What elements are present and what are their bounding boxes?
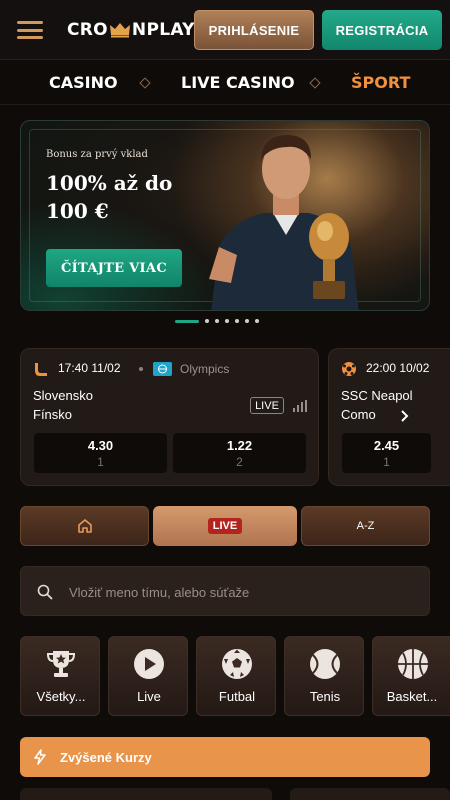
odd-button[interactable]: 1.22 2	[173, 433, 306, 473]
odd-button[interactable]: 4.30 1	[34, 433, 167, 473]
live-pill: LIVE	[207, 518, 243, 534]
logo[interactable]: CRO NPLAY	[67, 19, 195, 41]
odd-label: 1	[97, 454, 104, 469]
next-card-peek	[20, 788, 272, 800]
nav-item-casino[interactable]: CASINO	[49, 73, 118, 92]
bonus-headline: 100% až do 100 €	[46, 171, 173, 223]
search-bar	[20, 566, 430, 616]
odd-value: 1.22	[226, 437, 253, 453]
team-away: Como	[341, 407, 376, 422]
diamond-divider-icon	[309, 77, 321, 89]
carousel-dot-active[interactable]	[175, 319, 199, 323]
sport-tile-label: Tenis	[309, 689, 341, 704]
carousel-dot[interactable]	[225, 319, 229, 323]
sport-tile-basketball[interactable]: Basket...	[372, 636, 450, 716]
carousel-dot[interactable]	[255, 319, 259, 323]
crown-icon	[109, 23, 130, 38]
match-card[interactable]: 22:00 10/02 SSC Neapol Como 2.45 1	[328, 348, 450, 486]
odd-value: 2.45	[373, 437, 400, 453]
trophy-image	[309, 213, 349, 299]
sport-tile-label: Live	[137, 689, 161, 704]
search-icon	[37, 584, 53, 600]
sport-tile-all[interactable]: Všetky...	[20, 636, 100, 716]
sport-tile-live[interactable]: Live	[108, 636, 188, 716]
bonus-subtitle: Bonus za prvý vklad	[46, 149, 148, 160]
boosted-odds-bar[interactable]: Zvýšené Kurzy	[20, 737, 430, 777]
sport-tile-label: Všetky...	[36, 689, 86, 704]
search-input[interactable]	[69, 577, 419, 607]
stats-icon[interactable]	[293, 400, 307, 412]
register-button[interactable]: REGISTRÁCIA	[322, 10, 442, 50]
match-time: 22:00 10/02	[366, 361, 430, 375]
next-card-peek	[290, 788, 450, 800]
basketball-icon	[398, 649, 428, 679]
nav-item-live-casino[interactable]: LIVE CASINO	[181, 73, 295, 92]
sport-tile-label: Futbal	[218, 689, 256, 704]
promo-banner[interactable]: Bonus za prvý vklad 100% až do 100 € ČÍT…	[20, 120, 430, 311]
header: CRO NPLAY PRIHLÁSENIE REGISTRÁCIA	[0, 0, 450, 60]
read-more-button[interactable]: ČÍTAJTE VIAC	[46, 249, 182, 287]
team-home: Slovensko	[33, 388, 93, 403]
tennis-ball-icon	[310, 649, 340, 679]
odd-label: 2	[236, 454, 243, 469]
match-card[interactable]: 17:40 11/02 Olympics Slovensko Fínsko LI…	[20, 348, 319, 486]
odd-value: 4.30	[87, 437, 114, 453]
team-home: SSC Neapol	[341, 388, 413, 403]
carousel-dot[interactable]	[245, 319, 249, 323]
league-name: Olympics	[180, 362, 230, 376]
carousel-dot[interactable]	[205, 319, 209, 323]
carousel-dot[interactable]	[235, 319, 239, 323]
separator-dot	[139, 367, 143, 371]
sport-tile-label: Basket...	[386, 689, 438, 704]
olympics-flag-icon	[153, 362, 172, 376]
filter-live-button[interactable]: LIVE	[153, 506, 297, 546]
nav-item-sport[interactable]: ŠPORT	[351, 73, 410, 92]
home-icon	[77, 519, 92, 533]
soccer-ball-icon	[342, 362, 356, 376]
login-button[interactable]: PRIHLÁSENIE	[194, 10, 314, 50]
filter-az-button[interactable]: A-Z	[301, 506, 430, 546]
live-badge: LIVE	[250, 397, 284, 414]
top-nav: CASINO LIVE CASINO ŠPORT	[0, 61, 450, 105]
odd-button[interactable]: 2.45 1	[342, 433, 431, 473]
carousel-dots	[175, 318, 259, 324]
chevron-right-icon[interactable]	[399, 410, 411, 422]
soccer-ball-icon	[222, 649, 252, 679]
lightning-icon	[34, 749, 46, 765]
odd-label: 1	[383, 454, 390, 469]
trophy-icon	[46, 651, 76, 677]
play-icon	[134, 649, 164, 679]
filter-home-button[interactable]	[20, 506, 149, 546]
sport-tile-football[interactable]: Futbal	[196, 636, 276, 716]
sport-tile-tennis[interactable]: Tenis	[284, 636, 364, 716]
carousel-dot[interactable]	[215, 319, 219, 323]
logo-text-left: CRO	[67, 20, 108, 40]
diamond-divider-icon	[139, 77, 151, 89]
hockey-icon	[35, 363, 47, 376]
boosted-odds-label: Zvýšené Kurzy	[60, 749, 152, 765]
logo-text-right: NPLAY	[131, 20, 195, 40]
team-away: Fínsko	[33, 407, 73, 422]
match-time: 17:40 11/02	[58, 361, 121, 375]
menu-icon[interactable]	[17, 21, 43, 39]
